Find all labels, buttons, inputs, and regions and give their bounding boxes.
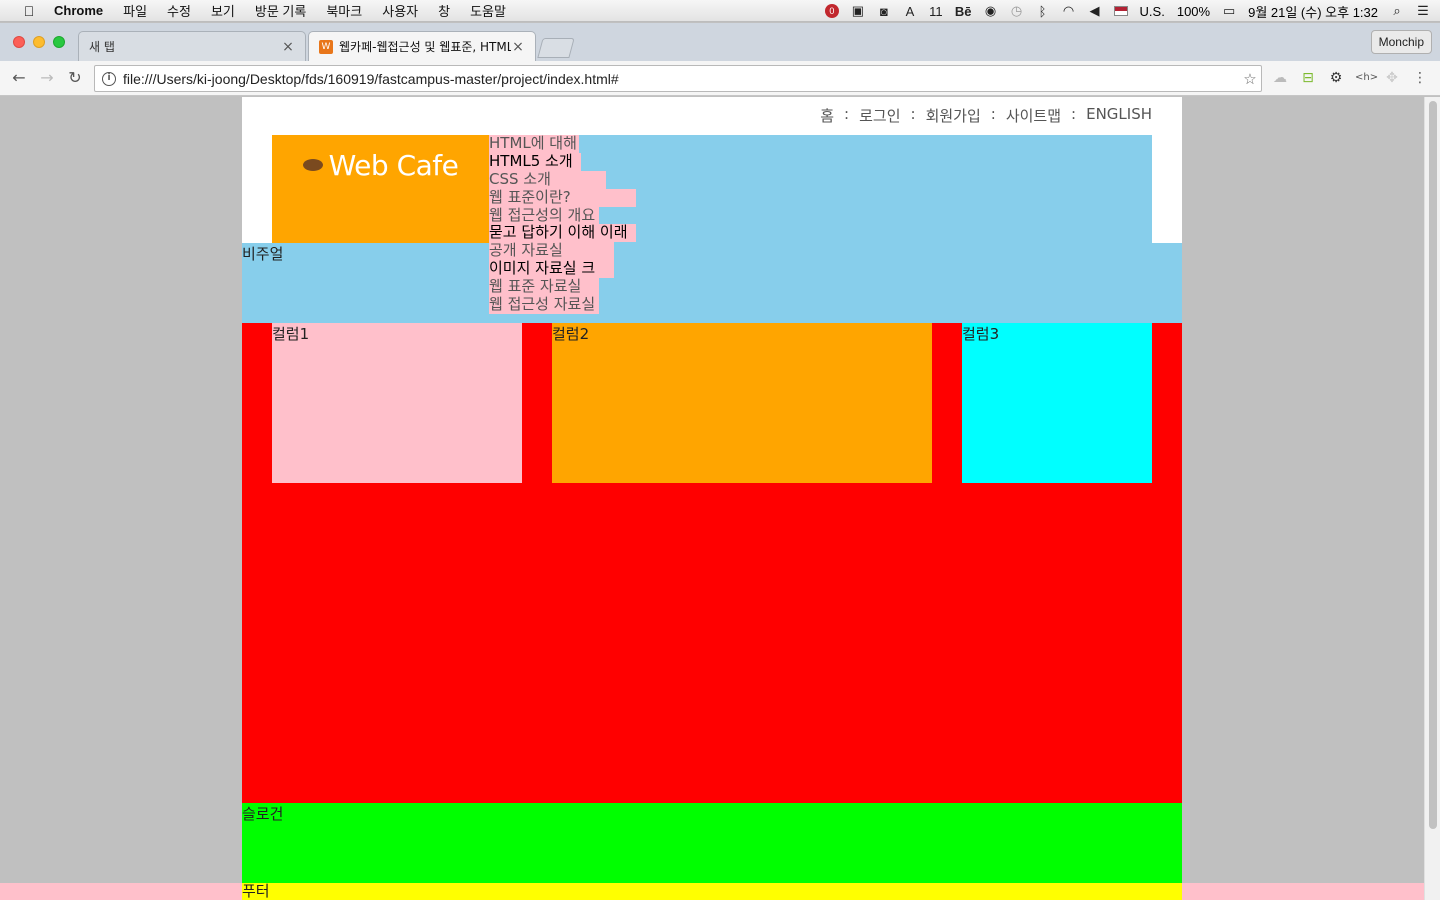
logo[interactable]: Web Cafe xyxy=(272,135,489,243)
contacts-icon[interactable]: ◙ xyxy=(877,4,891,19)
logo-text: Web Cafe xyxy=(328,149,459,182)
page-viewport: 홈 : 로그인 : 회원가입 : 사이트맵 : ENGLISH Web Cafe… xyxy=(0,97,1424,900)
puzzle-extension-icon[interactable]: ✥ xyxy=(1383,69,1401,87)
gnb-item[interactable]: CSS 소개 xyxy=(489,170,606,189)
volume-icon[interactable]: ◀ xyxy=(1088,3,1102,19)
util-separator: : xyxy=(990,105,996,123)
macos-menu-bar:  Chrome 파일 수정 보기 방문 기록 북마크 사용자 창 도움말 0 … xyxy=(0,0,1440,22)
page-info-icon[interactable]: i xyxy=(102,71,116,86)
util-separator: : xyxy=(844,105,850,123)
window-close-button[interactable] xyxy=(13,36,25,48)
tab-title: 새 탭 xyxy=(89,40,115,54)
vertical-scrollbar[interactable] xyxy=(1424,97,1440,900)
window-minimize-button[interactable] xyxy=(33,36,45,48)
util-link-login[interactable]: 로그인 xyxy=(859,105,900,126)
time-machine-icon[interactable]: ◷ xyxy=(1010,3,1024,19)
status-area: 0 ▣ ◙ A 11 Bē ◉ ◷ ᛒ ◠ ◀ U.S. 100% ▭ 9월 2… xyxy=(824,0,1430,22)
notification-badge-icon[interactable]: 0 xyxy=(824,4,839,18)
gear-extension-icon[interactable]: ⚙ xyxy=(1327,69,1345,87)
coffee-beans-icon xyxy=(302,159,323,171)
utility-nav: 홈 : 로그인 : 회원가입 : 사이트맵 : ENGLISH xyxy=(820,105,1152,126)
address-bar[interactable]: i file:///Users/ki-joong/Desktop/fds/160… xyxy=(94,65,1262,92)
gnb-item[interactable]: 이미지 자료실 크 xyxy=(489,259,614,279)
drive-extension-icon[interactable]: ☁ xyxy=(1271,69,1289,87)
gnb-item[interactable]: HTML5 소개 xyxy=(489,152,581,171)
contents-area: 컬럼1 컬럼2 컬럼3 xyxy=(242,323,1182,803)
input-source-label[interactable]: U.S. xyxy=(1140,4,1165,19)
bluetooth-icon[interactable]: ᛒ xyxy=(1036,4,1050,19)
util-link-english[interactable]: ENGLISH xyxy=(1086,105,1152,126)
adobe-icon[interactable]: A xyxy=(903,4,917,19)
tab-webcafe[interactable]: W 웹카페-웹접근성 및 웹표준, HTML5 × xyxy=(308,31,536,61)
forward-button[interactable]: → xyxy=(37,68,57,88)
gnb-item[interactable]: 공개 자료실 xyxy=(489,241,614,261)
scrollbar-thumb[interactable] xyxy=(1429,101,1437,829)
clipboard-icon[interactable]: ▣ xyxy=(851,3,865,19)
app-count: 11 xyxy=(929,3,943,19)
visual-area: 비주얼 xyxy=(242,243,1182,323)
tab-new-tab[interactable]: 새 탭 × xyxy=(78,31,306,61)
util-separator: : xyxy=(910,105,916,123)
column-3: 컬럼3 xyxy=(962,323,1152,483)
menu-chrome[interactable]: Chrome xyxy=(54,3,103,18)
global-nav: HTML에 대해 HTML5 소개 CSS 소개 웹 표준이란? 웹 접근성의 개요 묻고… xyxy=(489,134,639,314)
ladder-extension-icon[interactable]: ⊟ xyxy=(1299,69,1317,87)
menu-history[interactable]: 방문 기록 xyxy=(255,1,306,20)
camera-icon[interactable]: ◉ xyxy=(984,3,998,19)
bookmark-star-icon[interactable]: ☆ xyxy=(1239,70,1261,88)
behance-icon[interactable]: Bē xyxy=(955,4,972,19)
tab-strip: 새 탭 × W 웹카페-웹접근성 및 웹표준, HTML5 × Monchip xyxy=(0,23,1440,61)
menu-people[interactable]: 사용자 xyxy=(382,1,418,20)
new-tab-button[interactable] xyxy=(537,38,575,58)
column-2: 컬럼2 xyxy=(552,323,932,483)
menu-file[interactable]: 파일 xyxy=(123,1,147,20)
footer: 푸터 xyxy=(242,883,1182,900)
tab-close-icon[interactable]: × xyxy=(511,39,525,55)
battery-icon[interactable]: ▭ xyxy=(1222,3,1236,19)
html-extension-icon[interactable]: <h> xyxy=(1355,69,1378,87)
menu-edit[interactable]: 수정 xyxy=(167,1,191,20)
window-maximize-button[interactable] xyxy=(53,36,65,48)
menu-bookmarks[interactable]: 북마크 xyxy=(326,1,362,20)
tab-close-icon[interactable]: × xyxy=(281,39,295,55)
visual-label: 비주얼 xyxy=(242,245,284,263)
apple-menu-icon[interactable]:  xyxy=(20,3,38,19)
menu-view[interactable]: 보기 xyxy=(211,1,235,20)
us-flag-icon xyxy=(1113,6,1128,16)
gnb-item[interactable]: 웹 접근성 자료실 xyxy=(489,295,599,314)
spotlight-search-icon[interactable]: ⌕ xyxy=(1390,3,1404,19)
gnb-item[interactable]: 웹 접근성의 개요 xyxy=(489,206,599,225)
webcafe-favicon-icon: W xyxy=(319,39,333,54)
clock[interactable]: 9월 21일 (수) 오후 1:32 xyxy=(1248,2,1378,21)
battery-percent[interactable]: 100% xyxy=(1177,4,1210,19)
gnb-item[interactable]: 묻고 답하기 이해 이래 xyxy=(489,224,636,243)
browser-toolbar: ← → ↻ i file:///Users/ki-joong/Desktop/f… xyxy=(0,61,1440,96)
back-button[interactable]: ← xyxy=(9,68,29,88)
chrome-menu-icon[interactable]: ⋮ xyxy=(1411,69,1429,87)
wifi-icon[interactable]: ◠ xyxy=(1062,3,1076,19)
menu-help[interactable]: 도움말 xyxy=(470,1,506,20)
gnb-item[interactable]: 웹 표준 자료실 xyxy=(489,277,599,297)
util-link-home[interactable]: 홈 xyxy=(820,105,834,126)
gnb-item[interactable]: HTML에 대해 xyxy=(489,134,579,153)
profile-button[interactable]: Monchip xyxy=(1370,30,1432,54)
gnb-item[interactable]: 웹 표준이란? xyxy=(489,188,636,207)
url-text[interactable]: file:///Users/ki-joong/Desktop/fds/16091… xyxy=(123,71,1239,87)
page-wrapper: 홈 : 로그인 : 회원가입 : 사이트맵 : ENGLISH Web Cafe… xyxy=(242,97,1182,900)
util-separator: : xyxy=(1071,105,1077,123)
util-link-sitemap[interactable]: 사이트맵 xyxy=(1006,105,1061,126)
slogan-area: 슬로건 xyxy=(242,803,1182,883)
notification-center-icon[interactable]: ☰ xyxy=(1416,3,1430,19)
menu-window[interactable]: 창 xyxy=(438,1,450,20)
tab-title: 웹카페-웹접근성 및 웹표준, HTML5 xyxy=(339,40,511,54)
reload-button[interactable]: ↻ xyxy=(65,68,85,88)
column-1: 컬럼1 xyxy=(272,323,522,483)
util-link-join[interactable]: 회원가입 xyxy=(926,105,981,126)
